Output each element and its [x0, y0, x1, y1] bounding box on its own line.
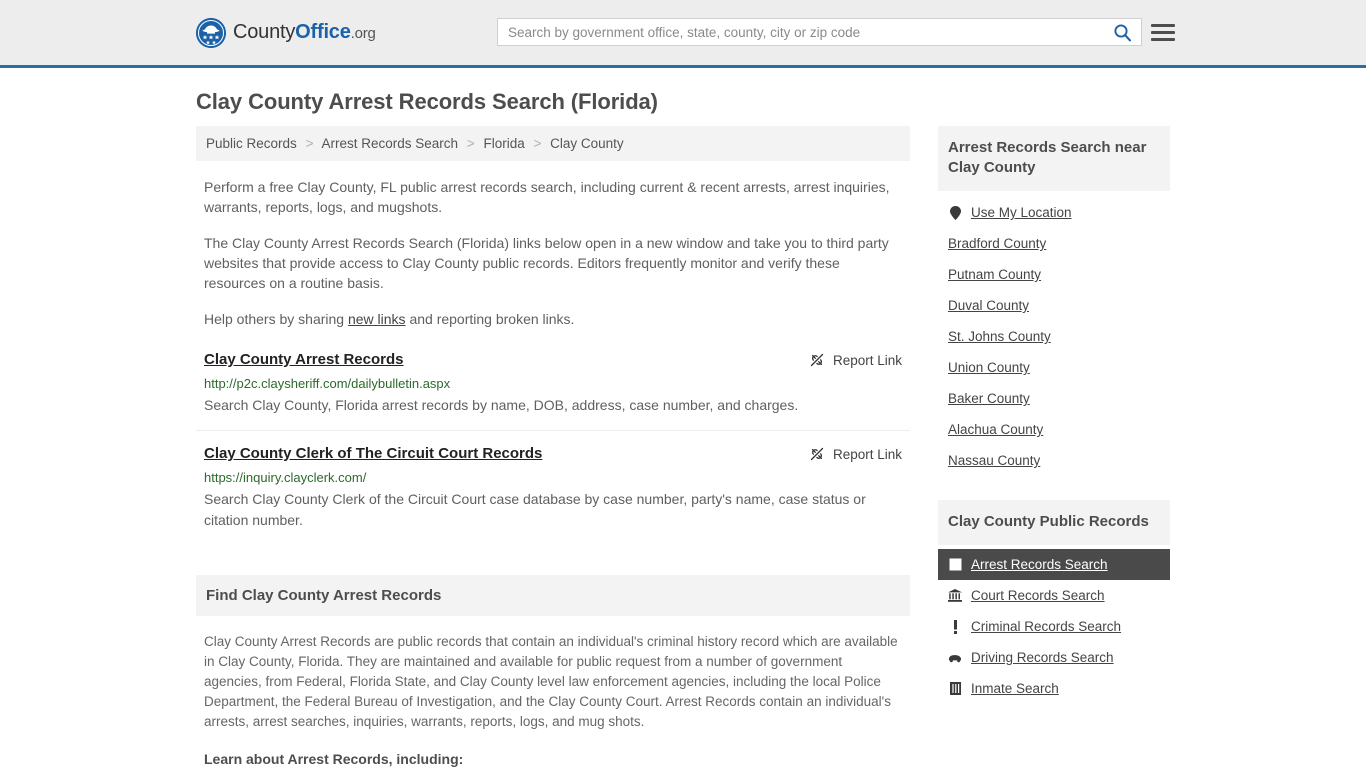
site-logo[interactable]: CountyOffice.org: [196, 17, 376, 48]
report-link-label: Report Link: [832, 446, 902, 462]
search-bar: [497, 18, 1142, 46]
results-list: Clay County Arrest Records Report Link h…: [196, 351, 910, 545]
brand-org-text: .org: [350, 25, 376, 42]
brand-county-text: County: [233, 21, 296, 43]
result-title-link[interactable]: Clay County Arrest Records: [204, 351, 404, 368]
site-header: CountyOffice.org: [0, 0, 1366, 68]
sidebar-item-label: Alachua County: [948, 422, 1044, 437]
breadcrumb-item-arrest-records-search[interactable]: Arrest Records Search: [321, 136, 458, 151]
intro-paragraph-1: Perform a free Clay County, FL public ar…: [204, 179, 890, 215]
document-square-icon: [948, 558, 962, 572]
sidebar-item-court-records-search[interactable]: Court Records Search: [938, 580, 1170, 611]
sidebar-item-alachua-county[interactable]: Alachua County: [938, 414, 1170, 445]
broken-link-icon: [810, 447, 824, 461]
page-title: Clay County Arrest Records Search (Flori…: [196, 89, 658, 114]
public-records-heading: Clay County Public Records: [938, 500, 1170, 545]
breadcrumb-separator-1: >: [305, 136, 314, 151]
sidebar-item-union-county[interactable]: Union County: [938, 352, 1170, 383]
sidebar-item-label: Union County: [948, 360, 1030, 375]
breadcrumb-item-florida[interactable]: Florida: [483, 136, 524, 151]
exclamation-icon: [948, 619, 962, 634]
sidebar-item-bradford-county[interactable]: Bradford County: [938, 228, 1170, 259]
result-item: Clay County Arrest Records Report Link h…: [196, 351, 910, 431]
sidebar-item-inmate-search[interactable]: Inmate Search: [938, 673, 1170, 704]
nearby-records-card: Arrest Records Search near Clay County U…: [938, 126, 1170, 476]
sidebar-item-nassau-county[interactable]: Nassau County: [938, 445, 1170, 476]
help-prefix: Help others by sharing: [204, 311, 348, 327]
result-description: Search Clay County Clerk of the Circuit …: [204, 491, 866, 528]
brand-office-text: Office: [295, 21, 351, 43]
main-column: Public Records > Arrest Records Search >…: [196, 126, 910, 768]
courthouse-icon: [948, 589, 962, 603]
result-url: https://inquiry.clayclerk.com/: [204, 470, 367, 485]
sidebar-item-label: St. Johns County: [948, 329, 1051, 344]
breadcrumb-separator-2: >: [466, 136, 475, 151]
intro-text: Perform a free Clay County, FL public ar…: [196, 177, 910, 329]
sidebar-item-label: Putnam County: [948, 267, 1042, 282]
map-pin-icon: [948, 205, 962, 220]
sidebar-item-criminal-records-search[interactable]: Criminal Records Search: [938, 611, 1170, 642]
public-records-card: Clay County Public Records Arrest Record…: [938, 500, 1170, 704]
find-records-body: Clay County Arrest Records are public re…: [196, 632, 910, 768]
nearby-records-list: Use My Location Bradford County Putnam C…: [938, 191, 1170, 476]
menu-bar-3: [1151, 37, 1175, 41]
sidebar-item-label: Arrest Records Search: [971, 557, 1108, 572]
find-records-paragraph: Clay County Arrest Records are public re…: [204, 634, 898, 729]
sidebar-item-baker-county[interactable]: Baker County: [938, 383, 1170, 414]
sidebar-item-label: Bradford County: [948, 236, 1047, 251]
breadcrumb-separator-3: >: [533, 136, 542, 151]
result-url: http://p2c.claysheriff.com/dailybulletin…: [204, 376, 451, 391]
sidebar-item-label: Use My Location: [971, 205, 1072, 220]
new-links-link[interactable]: new links: [348, 311, 406, 327]
menu-bar-1: [1151, 23, 1175, 27]
brand-wordmark: CountyOffice.org: [233, 21, 376, 44]
sidebar-item-duval-county[interactable]: Duval County: [938, 290, 1170, 321]
breadcrumb-item-public-records[interactable]: Public Records: [206, 136, 297, 151]
sidebar-item-label: Baker County: [948, 391, 1030, 406]
learn-about-heading: Learn about Arrest Records, including:: [204, 751, 464, 767]
sidebar-item-use-my-location[interactable]: Use My Location: [938, 197, 1170, 228]
breadcrumb-item-clay-county: Clay County: [550, 136, 624, 151]
page-container: Clay County Arrest Records Search (Flori…: [0, 89, 1366, 768]
sidebar-item-label: Driving Records Search: [971, 650, 1114, 665]
broken-link-icon: [810, 353, 824, 367]
sidebar-item-putnam-county[interactable]: Putnam County: [938, 259, 1170, 290]
public-records-list: Arrest Records Search Court Records Sear…: [938, 545, 1170, 704]
county-office-seal-icon: [196, 17, 226, 48]
sidebar-item-st-johns-county[interactable]: St. Johns County: [938, 321, 1170, 352]
report-link-button[interactable]: Report Link: [809, 352, 902, 368]
help-suffix: and reporting broken links.: [405, 311, 575, 327]
report-link-label: Report Link: [832, 352, 902, 368]
result-description: Search Clay County, Florida arrest recor…: [204, 397, 799, 413]
find-records-heading: Find Clay County Arrest Records: [196, 575, 910, 616]
hamburger-menu-icon[interactable]: [1151, 20, 1175, 44]
sidebar-item-label: Court Records Search: [971, 588, 1105, 603]
breadcrumb: Public Records > Arrest Records Search >…: [196, 126, 910, 161]
search-button[interactable]: [1103, 19, 1141, 45]
search-input[interactable]: [498, 24, 1103, 40]
sidebar-item-label: Duval County: [948, 298, 1030, 313]
inmate-icon: [948, 682, 962, 696]
help-paragraph: Help others by sharing new links and rep…: [196, 309, 910, 329]
sidebar-item-arrest-records-search[interactable]: Arrest Records Search: [938, 549, 1170, 580]
nearby-records-heading: Arrest Records Search near Clay County: [938, 126, 1170, 191]
result-title-link[interactable]: Clay County Clerk of The Circuit Court R…: [204, 445, 542, 462]
sidebar-item-label: Inmate Search: [971, 681, 1059, 696]
sidebar-item-driving-records-search[interactable]: Driving Records Search: [938, 642, 1170, 673]
search-icon: [1113, 23, 1131, 41]
result-item: Clay County Clerk of The Circuit Court R…: [196, 445, 910, 545]
sidebar-item-label: Nassau County: [948, 453, 1041, 468]
sidebar-item-label: Criminal Records Search: [971, 619, 1122, 634]
report-link-button[interactable]: Report Link: [809, 446, 902, 462]
car-icon: [948, 651, 962, 665]
intro-paragraph-2: The Clay County Arrest Records Search (F…: [204, 235, 889, 291]
menu-bar-2: [1151, 30, 1175, 34]
sidebar: Arrest Records Search near Clay County U…: [938, 126, 1170, 768]
